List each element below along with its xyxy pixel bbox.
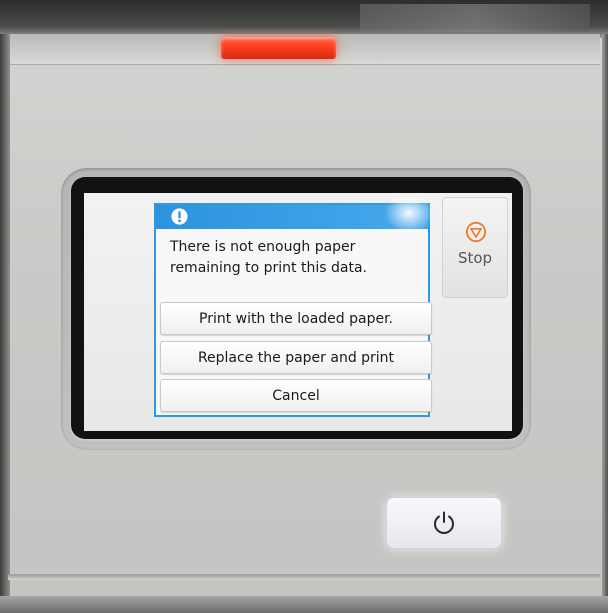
power-icon <box>434 511 454 534</box>
touch-screen: There is not enough paper remaining to p… <box>84 193 512 431</box>
power-button[interactable] <box>387 498 501 548</box>
paper-warning-dialog: There is not enough paper remaining to p… <box>154 203 432 417</box>
dialog-message: There is not enough paper remaining to p… <box>170 239 367 276</box>
background-top <box>0 0 608 38</box>
info-icon <box>171 208 188 225</box>
dialog-header <box>156 205 428 229</box>
alarm-light <box>221 37 336 59</box>
replace-paper-and-print-button[interactable]: Replace the paper and print <box>160 341 432 374</box>
printer-photo: There is not enough paper remaining to p… <box>0 0 608 613</box>
cancel-button[interactable]: Cancel <box>160 379 432 412</box>
printer-bottom-groove <box>8 574 600 580</box>
printer-right-edge <box>602 34 608 613</box>
stop-label: Stop <box>457 249 493 267</box>
stop-button[interactable]: Stop <box>442 197 508 298</box>
printer-left-edge <box>0 34 10 613</box>
stop-icon <box>465 221 487 243</box>
print-with-loaded-paper-button[interactable]: Print with the loaded paper. <box>160 302 432 335</box>
printer-bottom-edge <box>0 596 608 613</box>
